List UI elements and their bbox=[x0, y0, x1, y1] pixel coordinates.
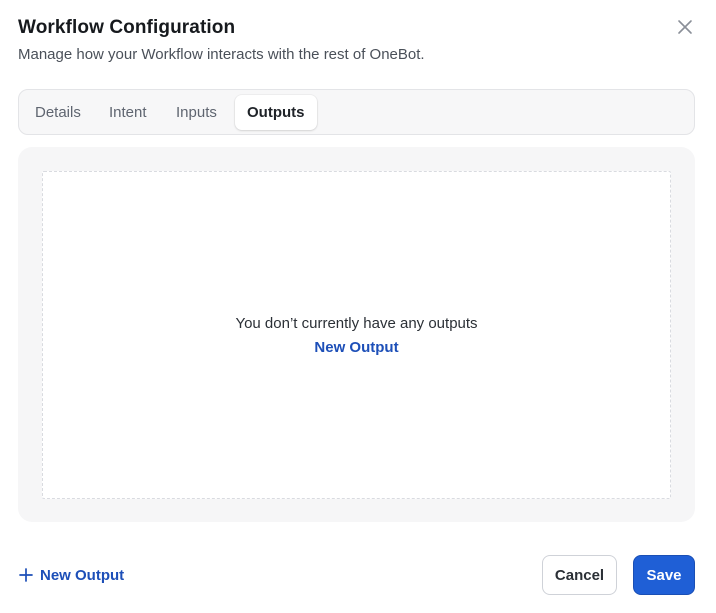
empty-state-message: You don’t currently have any outputs bbox=[235, 315, 478, 332]
add-new-output-label: New Output bbox=[40, 566, 125, 584]
dialog-subtitle: Manage how your Workflow interacts with … bbox=[18, 46, 425, 63]
workflow-configuration-dialog: Workflow Configuration Manage how your W… bbox=[0, 0, 716, 613]
tab-intent[interactable]: Intent bbox=[97, 95, 159, 130]
cancel-button[interactable]: Cancel bbox=[542, 555, 617, 595]
add-new-output-button[interactable]: New Output bbox=[19, 563, 124, 587]
tab-outputs[interactable]: Outputs bbox=[235, 95, 317, 130]
outputs-panel: You don’t currently have any outputs New… bbox=[18, 147, 695, 522]
close-button[interactable] bbox=[673, 15, 697, 39]
new-output-link[interactable]: New Output bbox=[314, 339, 398, 356]
close-icon bbox=[678, 20, 692, 34]
tab-details[interactable]: Details bbox=[23, 95, 93, 130]
dialog-title: Workflow Configuration bbox=[18, 17, 236, 38]
tab-bar: Details Intent Inputs Outputs bbox=[18, 89, 695, 135]
empty-state-link-wrapper: New Output bbox=[43, 339, 670, 357]
plus-icon bbox=[19, 568, 33, 582]
empty-state: You don’t currently have any outputs New… bbox=[42, 171, 671, 499]
tab-inputs[interactable]: Inputs bbox=[164, 95, 229, 130]
save-button[interactable]: Save bbox=[633, 555, 695, 595]
